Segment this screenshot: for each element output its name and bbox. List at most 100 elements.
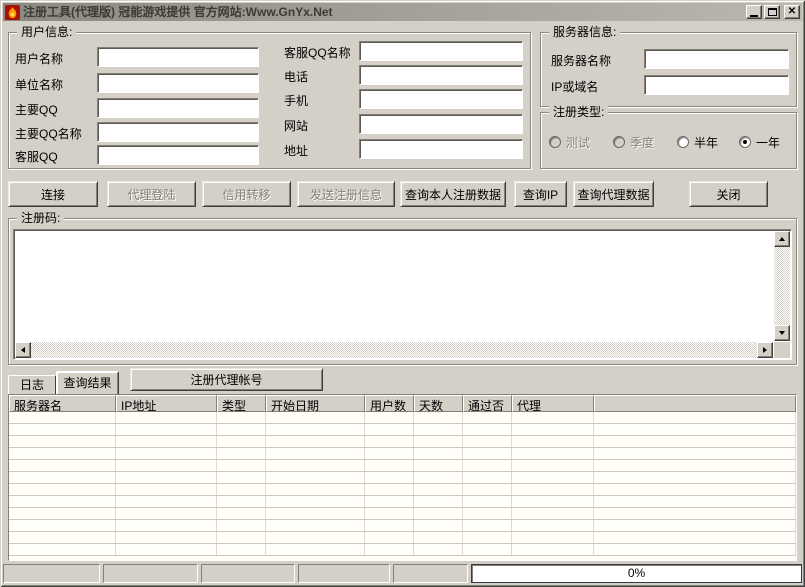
- table-row[interactable]: [9, 412, 796, 424]
- phone-input[interactable]: [359, 65, 523, 85]
- credit-transfer-button[interactable]: 信用转移: [202, 181, 291, 207]
- table-cell: [414, 520, 463, 531]
- table-column-header[interactable]: 通过否: [463, 395, 512, 412]
- table-row[interactable]: [9, 436, 796, 448]
- address-input[interactable]: [359, 139, 523, 159]
- scroll-right-button[interactable]: [757, 342, 773, 358]
- radio-label: 季度: [630, 134, 654, 151]
- scrollbar-corner: [774, 342, 790, 358]
- table-column-header[interactable]: 服务器名: [9, 395, 116, 412]
- table-row[interactable]: [9, 544, 796, 556]
- main-qq-input[interactable]: [97, 98, 259, 118]
- close-app-button[interactable]: 关闭: [689, 181, 768, 207]
- table-cell: [414, 484, 463, 495]
- register-agent-account-button[interactable]: 注册代理帐号: [130, 368, 323, 391]
- table-cell: [266, 472, 365, 483]
- table-cell: [512, 472, 594, 483]
- reg-code-group-title: 注册码:: [17, 211, 64, 225]
- table-cell: [266, 496, 365, 507]
- agent-login-button[interactable]: 代理登陆: [107, 181, 196, 207]
- table-row[interactable]: [9, 496, 796, 508]
- radio-quarter[interactable]: 季度: [613, 135, 654, 149]
- reg-code-textarea[interactable]: [13, 229, 792, 360]
- table-cell: [414, 424, 463, 435]
- maximize-button[interactable]: [764, 5, 780, 19]
- table-body[interactable]: [9, 412, 796, 560]
- table-cell: [116, 496, 217, 507]
- website-input[interactable]: [359, 114, 523, 134]
- table-column-header[interactable]: [594, 395, 796, 412]
- radio-icon: [613, 136, 625, 148]
- table-row[interactable]: [9, 508, 796, 520]
- table-cell: [266, 508, 365, 519]
- tab-log[interactable]: 日志: [8, 375, 56, 394]
- table-row[interactable]: [9, 460, 796, 472]
- radio-one-year[interactable]: 一年: [739, 135, 780, 149]
- table-row[interactable]: [9, 448, 796, 460]
- table-cell: [9, 460, 116, 471]
- server-name-input[interactable]: [644, 49, 789, 69]
- table-cell: [217, 436, 266, 447]
- table-cell: [594, 460, 796, 471]
- table-cell: [463, 436, 512, 447]
- ip-domain-input[interactable]: [644, 75, 789, 95]
- table-cell: [463, 424, 512, 435]
- table-cell: [116, 412, 217, 423]
- query-ip-button[interactable]: 查询IP: [514, 181, 567, 207]
- table-cell: [217, 520, 266, 531]
- vertical-scroll-track[interactable]: [774, 247, 790, 325]
- horizontal-scrollbar[interactable]: [15, 342, 773, 358]
- table-column-header[interactable]: 开始日期: [266, 395, 365, 412]
- main-qq-name-input[interactable]: [97, 122, 259, 142]
- table-cell: [217, 544, 266, 555]
- scroll-left-button[interactable]: [15, 342, 31, 358]
- send-reg-info-button[interactable]: 发送注册信息: [297, 181, 395, 207]
- connect-button[interactable]: 连接: [8, 181, 98, 207]
- table-row[interactable]: [9, 484, 796, 496]
- table-cell: [463, 508, 512, 519]
- table-cell: [9, 448, 116, 459]
- table-row[interactable]: [9, 532, 796, 544]
- table-column-header[interactable]: 代理: [512, 395, 594, 412]
- company-input[interactable]: [97, 73, 259, 93]
- radio-icon: [739, 136, 751, 148]
- query-agent-data-button[interactable]: 查询代理数据: [573, 181, 654, 207]
- field-row: 主要QQ名称: [15, 122, 265, 142]
- minimize-button[interactable]: [746, 5, 762, 19]
- radio-test[interactable]: 测试: [549, 135, 590, 149]
- radio-icon: [549, 136, 561, 148]
- server-info-group: 服务器信息: 服务器名称 IP或域名: [540, 32, 797, 107]
- field-label: 服务器名称: [551, 52, 611, 69]
- table-column-header[interactable]: IP地址: [116, 395, 217, 412]
- table-cell: [217, 424, 266, 435]
- vertical-scrollbar[interactable]: [774, 231, 790, 341]
- horizontal-scroll-track[interactable]: [31, 342, 757, 358]
- query-own-reg-data-button[interactable]: 查询本人注册数据: [400, 181, 506, 207]
- table-column-header[interactable]: 用户数: [365, 395, 414, 412]
- radio-icon: [677, 136, 689, 148]
- table-cell: [217, 532, 266, 543]
- status-panel: [393, 564, 468, 583]
- scroll-down-button[interactable]: [774, 325, 790, 341]
- radio-half-year[interactable]: 半年: [677, 135, 718, 149]
- tab-query-results[interactable]: 查询结果: [56, 371, 119, 394]
- close-button[interactable]: ✕: [784, 5, 800, 19]
- table-column-header[interactable]: 天数: [414, 395, 463, 412]
- titlebar[interactable]: 注册工具(代理版) 冠能游戏提供 官方网站:Www.GnYx.Net ✕: [3, 3, 802, 21]
- table-cell: [116, 460, 217, 471]
- table-row[interactable]: [9, 520, 796, 532]
- scroll-up-button[interactable]: [774, 231, 790, 247]
- table-cell: [116, 484, 217, 495]
- table-cell: [463, 520, 512, 531]
- username-input[interactable]: [97, 47, 259, 67]
- table-cell: [414, 460, 463, 471]
- mobile-input[interactable]: [359, 89, 523, 109]
- app-window: 注册工具(代理版) 冠能游戏提供 官方网站:Www.GnYx.Net ✕ 用户信…: [0, 0, 805, 587]
- table-column-header[interactable]: 类型: [217, 395, 266, 412]
- table-row[interactable]: [9, 472, 796, 484]
- table-row[interactable]: [9, 424, 796, 436]
- table-cell: [9, 436, 116, 447]
- service-qq-input[interactable]: [97, 145, 259, 165]
- service-qq-name-input[interactable]: [359, 41, 523, 61]
- reg-type-group: 注册类型: 测试 季度 半年 一年: [540, 112, 797, 169]
